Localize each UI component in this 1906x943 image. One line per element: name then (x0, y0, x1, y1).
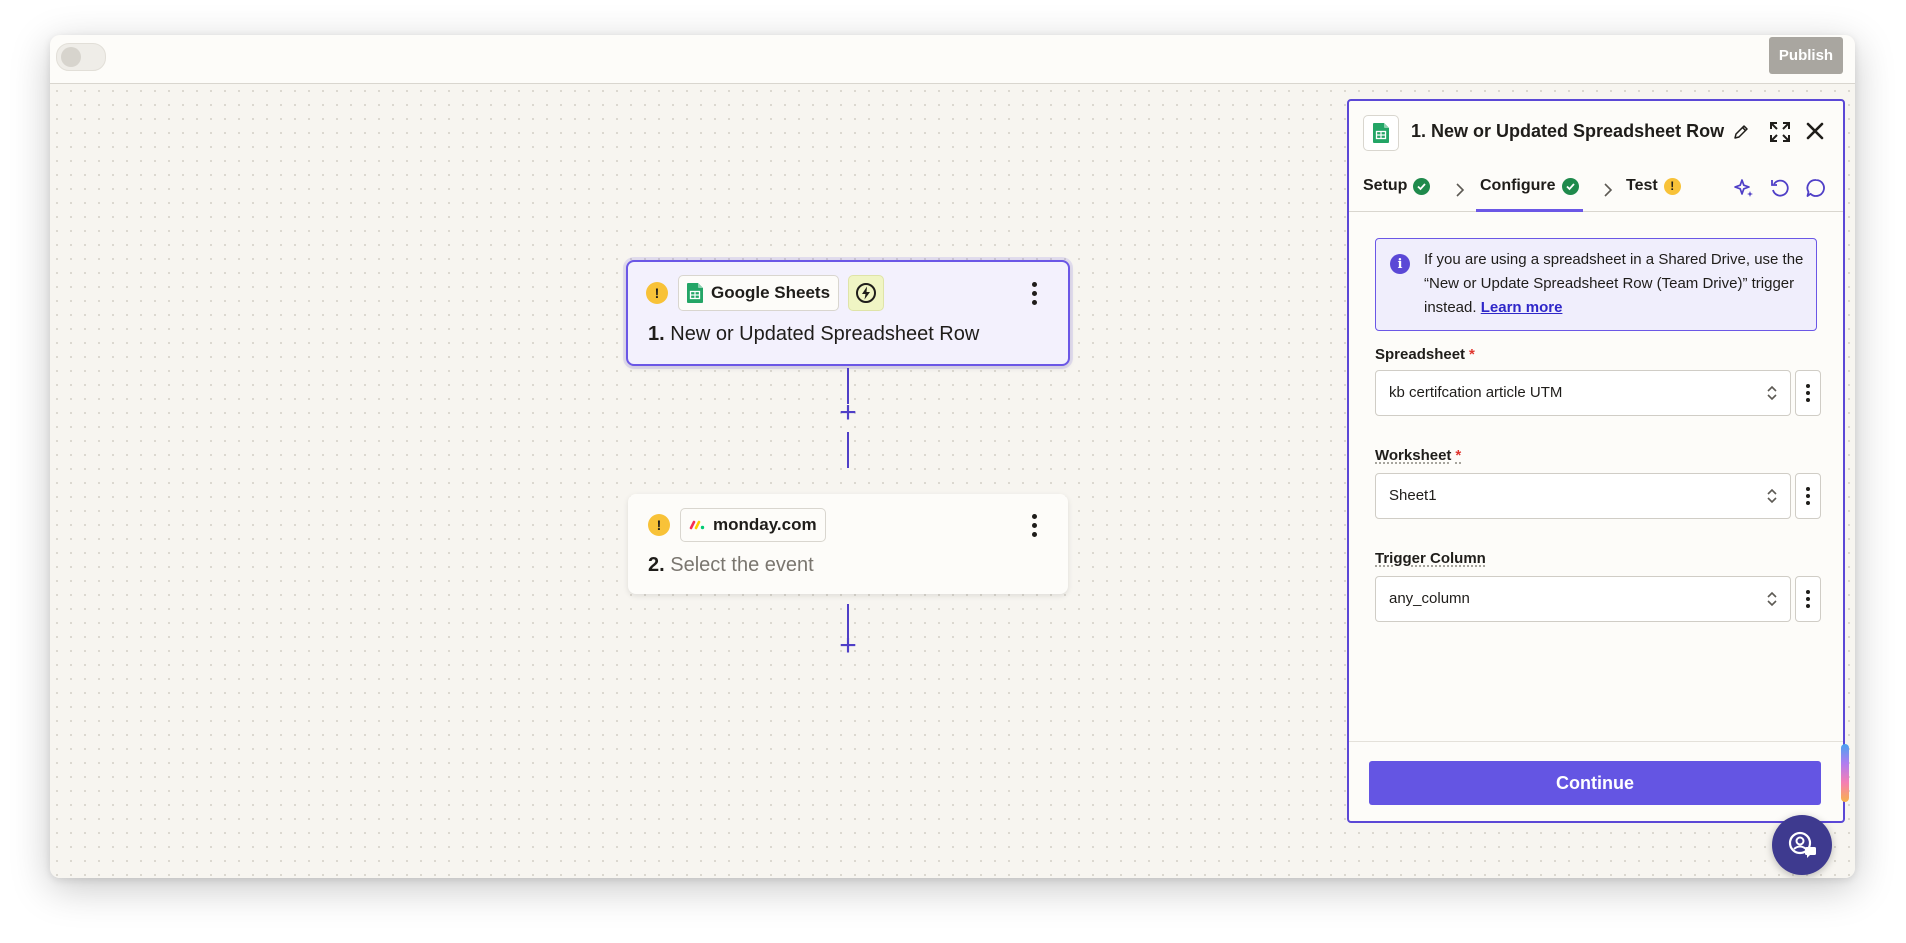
google-sheets-icon (687, 283, 703, 303)
tab-setup[interactable]: Setup (1363, 177, 1431, 195)
step-card-1[interactable]: ! Google Sheets 1. New or Updated Spread… (626, 260, 1070, 366)
google-sheets-icon (1373, 123, 1389, 143)
step-title-text: New or Updated Spreadsheet Row (670, 323, 980, 345)
app-logo (1363, 115, 1399, 151)
check-icon (1413, 177, 1431, 195)
expand-icon[interactable] (1769, 121, 1791, 143)
chevron-right-icon (1604, 183, 1613, 197)
warning-icon: ! (648, 514, 670, 536)
app-name: Google Sheets (711, 283, 831, 302)
top-bar: Publish (50, 35, 1855, 84)
check-icon (1561, 177, 1579, 195)
app-name: monday.com (713, 515, 817, 534)
field-label-text: Spreadsheet (1375, 346, 1466, 363)
app-chip-monday: monday.com (680, 508, 826, 542)
tab-label: Setup (1363, 177, 1408, 194)
field-label-text: Trigger Column (1375, 550, 1486, 567)
select-value: Sheet1 (1389, 487, 1437, 504)
field-options-button[interactable] (1795, 370, 1821, 416)
field-options-button[interactable] (1795, 473, 1821, 519)
add-step-button[interactable]: + (836, 398, 860, 428)
info-icon: i (1390, 254, 1410, 274)
add-step-button[interactable]: + (836, 631, 860, 661)
chevron-updown-icon (1767, 488, 1777, 504)
step-title: 1. New or Updated Spreadsheet Row (648, 323, 979, 346)
worksheet-label: Worksheet * (1375, 447, 1461, 464)
spreadsheet-select[interactable]: kb certifcation article UTM (1375, 370, 1791, 416)
step-card-2[interactable]: ! monday.com 2. Select the event (628, 494, 1068, 594)
field-label-text: Worksheet (1375, 447, 1452, 464)
toggle-knob (61, 47, 81, 67)
learn-more-link[interactable]: Learn more (1481, 299, 1563, 316)
comment-icon[interactable] (1805, 177, 1827, 199)
help-chat-button[interactable] (1772, 815, 1832, 875)
undo-icon[interactable] (1769, 177, 1791, 199)
panel-header: 1. New or Updated Spreadsheet Row (1349, 101, 1843, 157)
connector-line (847, 432, 849, 468)
worksheet-select[interactable]: Sheet1 (1375, 473, 1791, 519)
step-number: 1. (648, 323, 665, 345)
assistant-edge-tab[interactable] (1841, 744, 1849, 802)
info-text: If you are using a spreadsheet in a Shar… (1424, 248, 1804, 320)
step-menu-button[interactable] (1029, 282, 1039, 305)
tab-label: Test (1626, 177, 1658, 194)
toggle-switch[interactable] (56, 43, 106, 71)
select-value: kb certifcation article UTM (1389, 384, 1563, 401)
required-marker: * (1455, 447, 1462, 464)
warning-icon: ! (1663, 177, 1681, 195)
panel-title-number: 1. (1411, 121, 1427, 141)
panel-footer: Continue (1349, 741, 1843, 821)
chevron-updown-icon (1767, 591, 1777, 607)
chevron-updown-icon (1767, 385, 1777, 401)
required-marker: * (1469, 346, 1475, 363)
tab-test[interactable]: Test ! (1626, 177, 1681, 195)
field-options-button[interactable] (1795, 576, 1821, 622)
step-title: 2. Select the event (648, 554, 814, 577)
app-chip-google-sheets: Google Sheets (678, 275, 840, 311)
select-value: any_column (1389, 590, 1470, 607)
close-icon[interactable] (1805, 121, 1825, 141)
tab-label: Configure (1480, 177, 1556, 194)
edit-icon[interactable] (1733, 124, 1749, 140)
chevron-right-icon (1456, 183, 1465, 197)
trigger-column-label: Trigger Column (1375, 550, 1490, 567)
monday-icon (689, 520, 705, 530)
info-banner: i If you are using a spreadsheet in a Sh… (1375, 238, 1817, 331)
step-title-text: Select the event (670, 554, 814, 576)
panel-title-text: New or Updated Spreadsheet Row (1431, 121, 1725, 141)
trigger-bolt-chip (848, 275, 884, 311)
warning-icon: ! (646, 282, 668, 304)
panel-title: 1. New or Updated Spreadsheet Row (1411, 121, 1724, 142)
step-number: 2. (648, 554, 665, 576)
continue-button[interactable]: Continue (1369, 761, 1821, 805)
spreadsheet-label: Spreadsheet * (1375, 346, 1475, 363)
trigger-column-select[interactable]: any_column (1375, 576, 1791, 622)
tab-configure[interactable]: Configure (1476, 177, 1583, 212)
sparkle-icon[interactable] (1733, 177, 1755, 199)
support-chat-icon (1788, 831, 1816, 858)
publish-button[interactable]: Publish (1769, 37, 1843, 74)
app-window: Publish ! Google Sheets 1. New or Update… (50, 35, 1855, 878)
step-menu-button[interactable] (1029, 514, 1039, 537)
step-editor-panel: 1. New or Updated Spreadsheet Row Setup (1347, 99, 1845, 823)
bolt-icon (856, 283, 876, 303)
